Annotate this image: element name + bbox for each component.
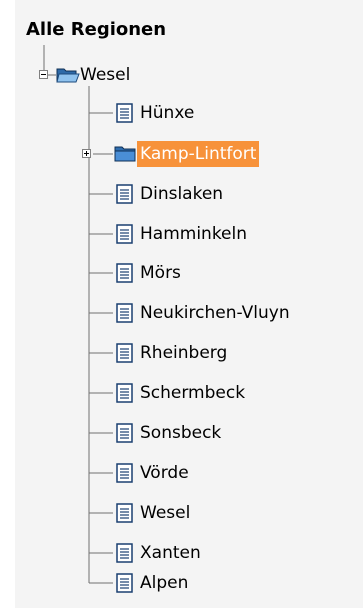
- document-icon: [113, 342, 137, 364]
- kamp-lintfort-expand-toggle[interactable]: [82, 149, 91, 158]
- tree-node-label: Dinslaken: [140, 184, 224, 204]
- document-icon: [113, 502, 137, 524]
- tree-node-label: Rheinberg: [140, 343, 228, 363]
- document-icon: [113, 462, 137, 484]
- document-icon: [113, 422, 137, 444]
- folder-icon: [113, 143, 137, 165]
- document-icon: [113, 262, 137, 284]
- tree-node-neukirchen-vluyn[interactable]: Neukirchen-Vluyn: [113, 298, 293, 328]
- tree-node-label: Kamp-Lintfort: [137, 141, 260, 167]
- open-folder-icon: [56, 64, 80, 86]
- tree-node-root[interactable]: Wesel: [56, 60, 133, 90]
- document-icon: [113, 102, 137, 124]
- document-icon: [113, 223, 137, 245]
- tree-node-label: Sonsbeck: [140, 423, 222, 443]
- root-collapse-toggle[interactable]: [39, 70, 48, 79]
- tree-node-label: Wesel: [80, 65, 131, 85]
- tree-node-xanten[interactable]: Xanten: [113, 538, 204, 568]
- tree-node-label: Mörs: [140, 263, 181, 283]
- tree-node-label: Neukirchen-Vluyn: [140, 303, 290, 323]
- document-icon: [113, 382, 137, 404]
- tree-node-dinslaken[interactable]: Dinslaken: [113, 179, 226, 209]
- tree-node-label: Schermbeck: [140, 383, 246, 403]
- tree-node-hamminkeln[interactable]: Hamminkeln: [113, 219, 250, 249]
- tree-node-sonsbeck[interactable]: Sonsbeck: [113, 418, 224, 448]
- tree-node-kamp-lintfort[interactable]: Kamp-Lintfort: [113, 139, 260, 169]
- tree-node-label: Xanten: [140, 543, 201, 563]
- tree-node-label: Hamminkeln: [140, 224, 248, 244]
- tree-node-label: Hünxe: [140, 103, 195, 123]
- tree-node-rheinberg[interactable]: Rheinberg: [113, 338, 230, 368]
- tree-node-wesel[interactable]: Wesel: [113, 498, 193, 528]
- tree-node-label: Wesel: [140, 503, 191, 523]
- tree-node-huenxe[interactable]: Hünxe: [113, 98, 197, 128]
- tree-node-label: Alpen: [140, 573, 189, 593]
- tree-node-moers[interactable]: Mörs: [113, 258, 184, 288]
- document-icon: [113, 542, 137, 564]
- tree-node-schermbeck[interactable]: Schermbeck: [113, 378, 248, 408]
- document-icon: [113, 183, 137, 205]
- tree-node-voerde[interactable]: Vörde: [113, 458, 192, 488]
- document-icon: [113, 572, 137, 594]
- document-icon: [113, 302, 137, 324]
- tree-node-alpen[interactable]: Alpen: [113, 568, 191, 598]
- tree-node-label: Vörde: [140, 463, 189, 483]
